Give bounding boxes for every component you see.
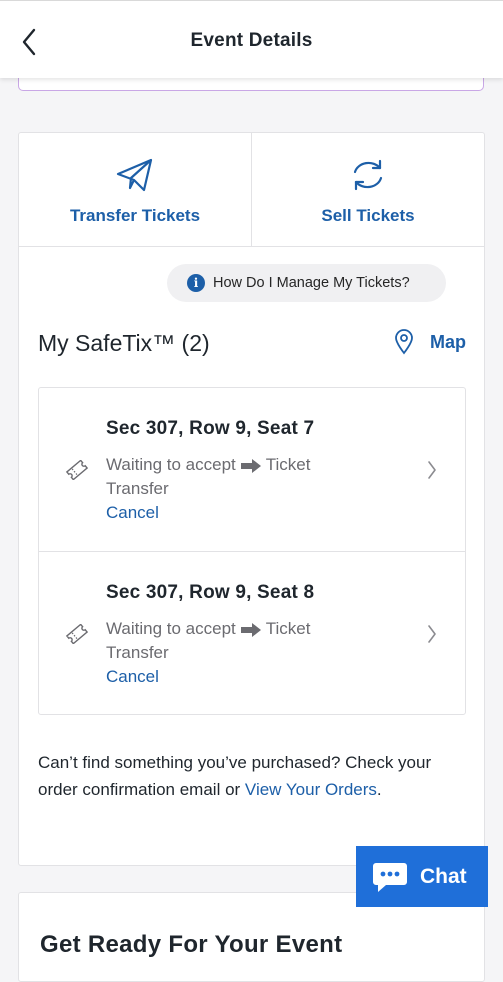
transfer-status: Waiting to accept Ticket Transfer — [106, 617, 366, 665]
chat-label: Chat — [420, 864, 467, 888]
help-label: How Do I Manage My Tickets? — [213, 275, 410, 291]
ticket-actions: Transfer Tickets Sell Tickets — [19, 133, 484, 247]
transfer-status: Waiting to accept Ticket Transfer — [106, 453, 366, 501]
map-label: Map — [430, 331, 466, 352]
view-orders-link[interactable]: View Your Orders — [245, 780, 377, 799]
arrow-right-icon — [240, 458, 261, 473]
transfer-tickets-label: Transfer Tickets — [69, 206, 201, 225]
top-app-bar: Event Details — [0, 0, 503, 78]
chevron-right-icon — [428, 625, 436, 643]
safetix-heading: My SafeTix™ (2) — [38, 330, 210, 356]
arrow-right-icon — [240, 622, 261, 637]
tickets-card: Transfer Tickets Sell Tickets i How Do I… — [18, 132, 485, 866]
transfer-tickets-button[interactable]: Transfer Tickets — [19, 133, 251, 246]
manage-tickets-help-button[interactable]: i How Do I Manage My Tickets? — [167, 264, 446, 302]
cancel-transfer-link[interactable]: Cancel — [106, 667, 159, 687]
cancel-transfer-link[interactable]: Cancel — [106, 503, 159, 523]
map-link[interactable]: Map — [394, 329, 466, 355]
chat-button[interactable]: Chat — [356, 846, 488, 907]
ticket-icon — [65, 460, 89, 480]
chat-bubble-icon — [373, 862, 407, 892]
sell-tickets-label: Sell Tickets — [321, 206, 415, 225]
info-icon: i — [187, 274, 205, 292]
ticket-icon — [65, 624, 89, 644]
get-ready-heading: Get Ready For Your Event — [40, 931, 343, 958]
seat-label: Sec 307, Row 9, Seat 7 — [106, 418, 315, 439]
chevron-right-icon — [428, 461, 436, 479]
paper-plane-icon — [116, 158, 153, 192]
sell-tickets-button[interactable]: Sell Tickets — [251, 133, 484, 246]
status-text: Waiting to accept — [106, 455, 236, 474]
seat-label: Sec 307, Row 9, Seat 8 — [106, 582, 315, 603]
refresh-icon — [353, 159, 383, 191]
ticket-row[interactable]: Sec 307, Row 9, Seat 8 Waiting to accept… — [39, 551, 465, 714]
status-text: Waiting to accept — [106, 619, 236, 638]
ticket-row[interactable]: Sec 307, Row 9, Seat 7 Waiting to accept… — [39, 388, 465, 551]
orders-footnote: Can’t find something you’ve purchased? C… — [38, 749, 458, 803]
page-title: Event Details — [190, 30, 313, 51]
ticket-list: Sec 307, Row 9, Seat 7 Waiting to accept… — [38, 387, 466, 715]
location-pin-icon — [395, 329, 413, 355]
footnote-end: . — [376, 780, 382, 799]
